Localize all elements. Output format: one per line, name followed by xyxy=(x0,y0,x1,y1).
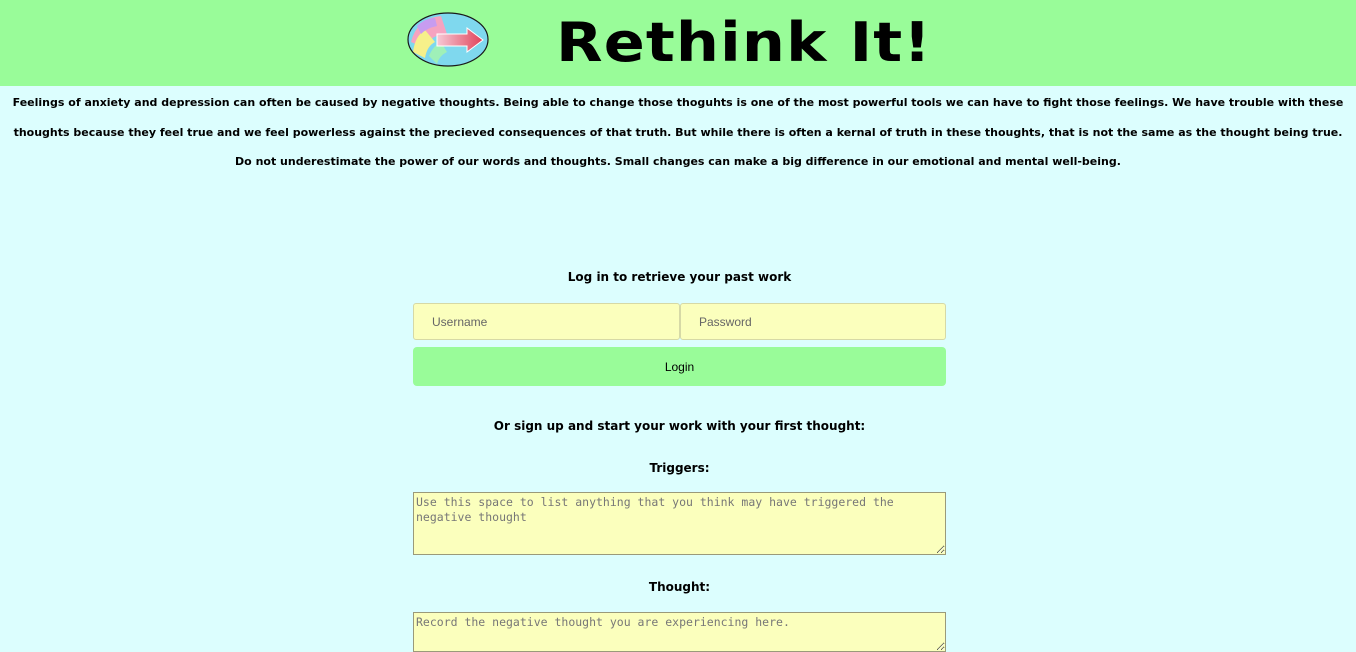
login-heading: Log in to retrieve your past work xyxy=(567,270,792,284)
rethink-logo-icon xyxy=(407,12,489,67)
username-input[interactable] xyxy=(413,303,680,340)
signup-heading: Or sign up and start your work with your… xyxy=(493,419,866,433)
login-form xyxy=(413,303,946,340)
triggers-textarea[interactable] xyxy=(413,492,946,555)
site-header: Rethink It! xyxy=(0,0,1356,86)
thought-label: Thought: xyxy=(648,580,711,594)
login-button[interactable]: Login xyxy=(413,347,946,386)
thought-textarea[interactable] xyxy=(413,612,946,652)
triggers-label: Triggers: xyxy=(649,461,710,475)
password-input[interactable] xyxy=(680,303,946,340)
intro-paragraph: Feelings of anxiety and depression can o… xyxy=(12,96,1344,168)
site-title: Rethink It! xyxy=(556,11,932,74)
